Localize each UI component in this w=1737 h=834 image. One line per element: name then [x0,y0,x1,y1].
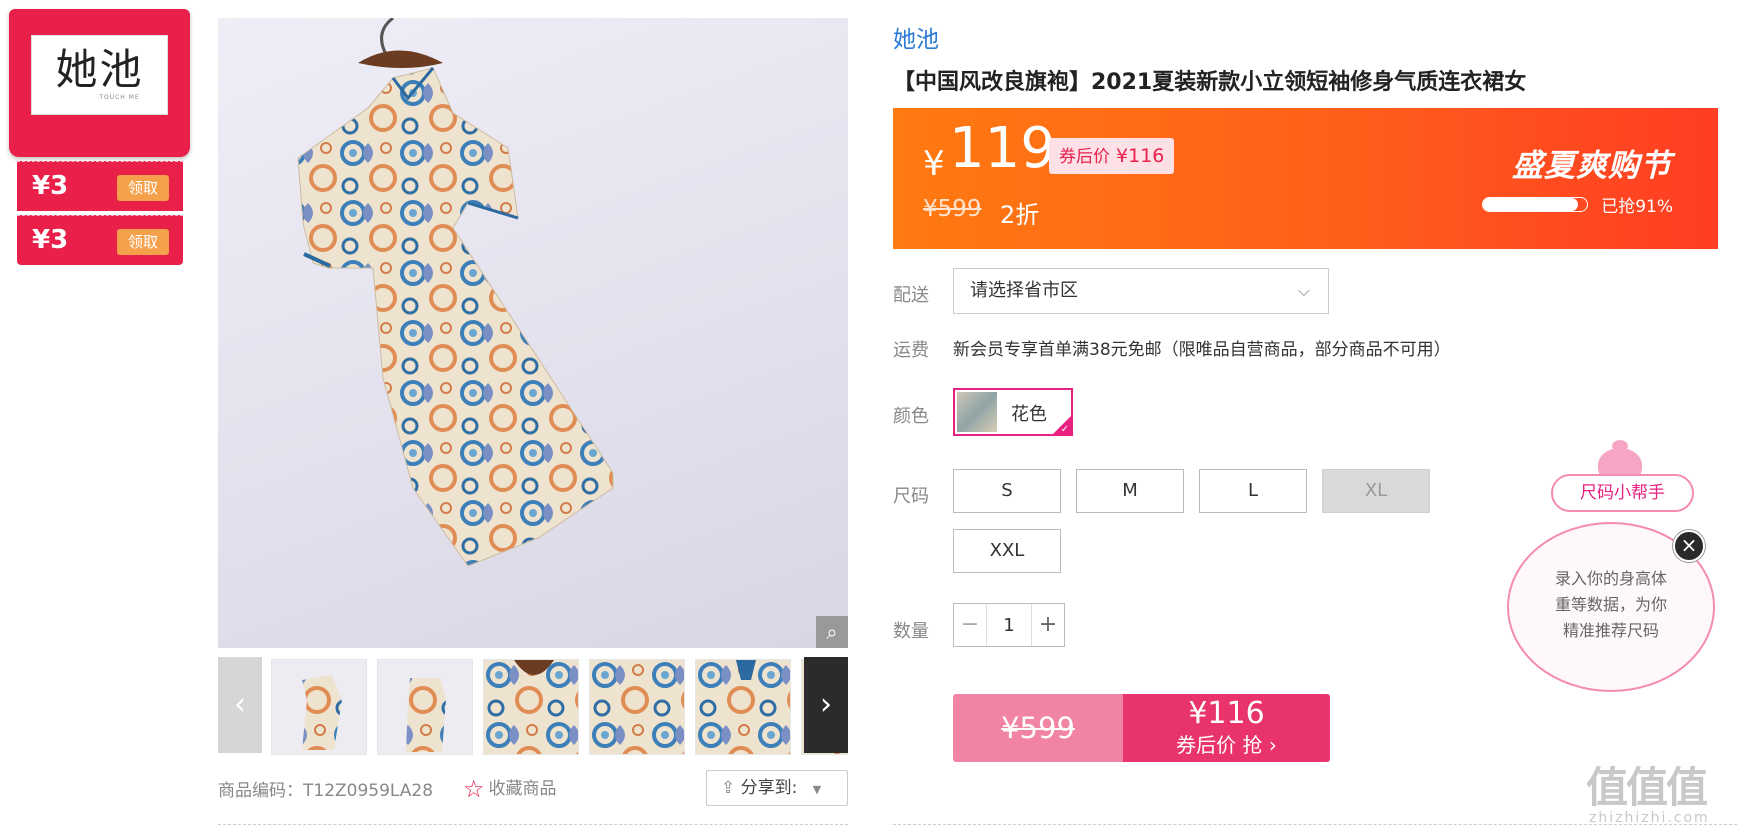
magnifier-icon[interactable]: ⌕ [816,616,848,648]
buy-coupon-price: ¥116 [1188,696,1265,731]
divider [218,824,848,825]
price-banner: ¥ 119 券后价 ¥116 ¥599 2折 盛夏爽购节 已抢91% [893,108,1718,249]
thumbnail[interactable] [377,659,473,755]
shipping-info: 新会员专享首单满38元免邮（限唯品自营商品，部分商品不可用） [953,340,1451,360]
brand-card[interactable]: 她池 TOUCH ME [9,9,190,157]
size-helper-line: 录入你的身高体 [1554,569,1667,588]
favorite-label: 收藏商品 [488,779,557,799]
product-title: 【中国风改良旗袍】2021夏装新款小立领短袖修身气质连衣裙女 [893,70,1527,95]
region-select-value: 请选择省市区 [970,280,1078,301]
chevron-left-icon[interactable]: ‹ [218,657,262,753]
site-watermark: 值值值 [1586,763,1708,812]
sold-progress-text: 已抢91% [1601,197,1673,217]
discount-label: 2折 [1000,201,1040,229]
thumbnail-strip: ‹ › [218,657,848,755]
thumbnail-image [484,660,578,754]
shipping-label: 运费 [893,340,929,361]
share-icon: ⇪ [721,778,736,798]
brand-link[interactable]: 她池 [893,20,939,54]
brand-logo[interactable]: 她池 TOUCH ME [31,35,168,115]
quantity-input[interactable] [988,604,1030,646]
claim-coupon-button[interactable]: 领取 [117,175,169,201]
coupon-buy-button[interactable]: ¥116 券后价 抢 › [1123,694,1330,762]
size-option-xxl[interactable]: XXL [953,529,1061,573]
color-option-selected[interactable]: 花色 ✓ [953,388,1073,436]
size-label: 尺码 [893,486,929,507]
coupon-card: ¥3 领取 [17,161,183,211]
thumbnail[interactable] [695,659,791,755]
promo-title: 盛夏爽购节 [1512,148,1672,184]
size-helper-text: 录入你的身高体 重等数据，为你 精准推荐尺码 [1509,566,1713,644]
product-code: 商品编码：T12Z0959LA28 [218,781,434,801]
current-price: 119 [949,116,1056,181]
size-option-l[interactable]: L [1199,469,1307,513]
region-select[interactable]: 请选择省市区 ⌵ [953,268,1329,314]
thumbnail[interactable] [589,659,685,755]
thumbnail[interactable] [271,659,367,755]
close-icon[interactable]: × [1673,530,1705,562]
check-icon: ✓ [1060,424,1069,435]
quantity-stepper: − + [953,603,1065,647]
brand-logo-text: 她池 [55,45,144,94]
chevron-right-icon[interactable]: › [804,657,848,753]
star-icon: ☆ [463,775,485,803]
sold-progress-fill [1483,198,1578,211]
sold-progress-bar [1482,197,1588,212]
thumbnail-image [272,660,366,754]
quantity-increase-button[interactable]: + [1031,604,1064,646]
size-option-s[interactable]: S [953,469,1061,513]
chevron-down-icon: ⌵ [1297,281,1310,300]
brand-logo-subtext: TOUCH ME [99,94,140,101]
site-watermark-url: zhizhizhi.com [1589,810,1710,826]
size-helper-line: 精准推荐尺码 [1562,621,1659,640]
thumbnail[interactable] [483,659,579,755]
coupon-value: ¥3 [32,171,69,201]
size-helper-line: 重等数据，为你 [1554,595,1667,614]
original-price: ¥599 [923,196,982,222]
dress-illustration [297,18,614,567]
coupon-price-label: 券后价 [1059,147,1110,167]
color-option-label: 花色 [1011,404,1047,425]
quantity-label: 数量 [893,621,929,642]
main-product-image[interactable]: ⌕ [218,18,848,648]
color-swatch [957,392,997,432]
delivery-label: 配送 [893,285,929,306]
caret-down-icon: ▼ [812,783,822,796]
color-label: 颜色 [893,406,929,427]
favorite-button[interactable]: ☆ 收藏商品 [463,774,557,803]
buy-action-label: 券后价 抢 › [1176,733,1277,757]
thumbnail-image [696,660,790,754]
currency-symbol: ¥ [923,144,945,184]
coupon-price-value: ¥116 [1116,145,1165,167]
size-option-m[interactable]: M [1076,469,1184,513]
thumbnail-image [378,660,472,754]
coupon-price-tag: 券后价 ¥116 [1049,138,1175,174]
thumbnail-image [590,660,684,754]
coupon-card: ¥3 领取 [17,215,183,265]
size-option-xl-unavailable: XL [1322,469,1430,513]
share-button[interactable]: ⇪ 分享到: ▼ [706,770,848,806]
share-label: 分享到: [740,778,798,798]
original-price-buy-button[interactable]: ¥599 [953,694,1123,762]
coupon-value: ¥3 [32,225,69,255]
claim-coupon-button[interactable]: 领取 [117,229,169,255]
quantity-decrease-button[interactable]: − [954,604,987,646]
size-helper-title[interactable]: 尺码小帮手 [1551,474,1694,512]
